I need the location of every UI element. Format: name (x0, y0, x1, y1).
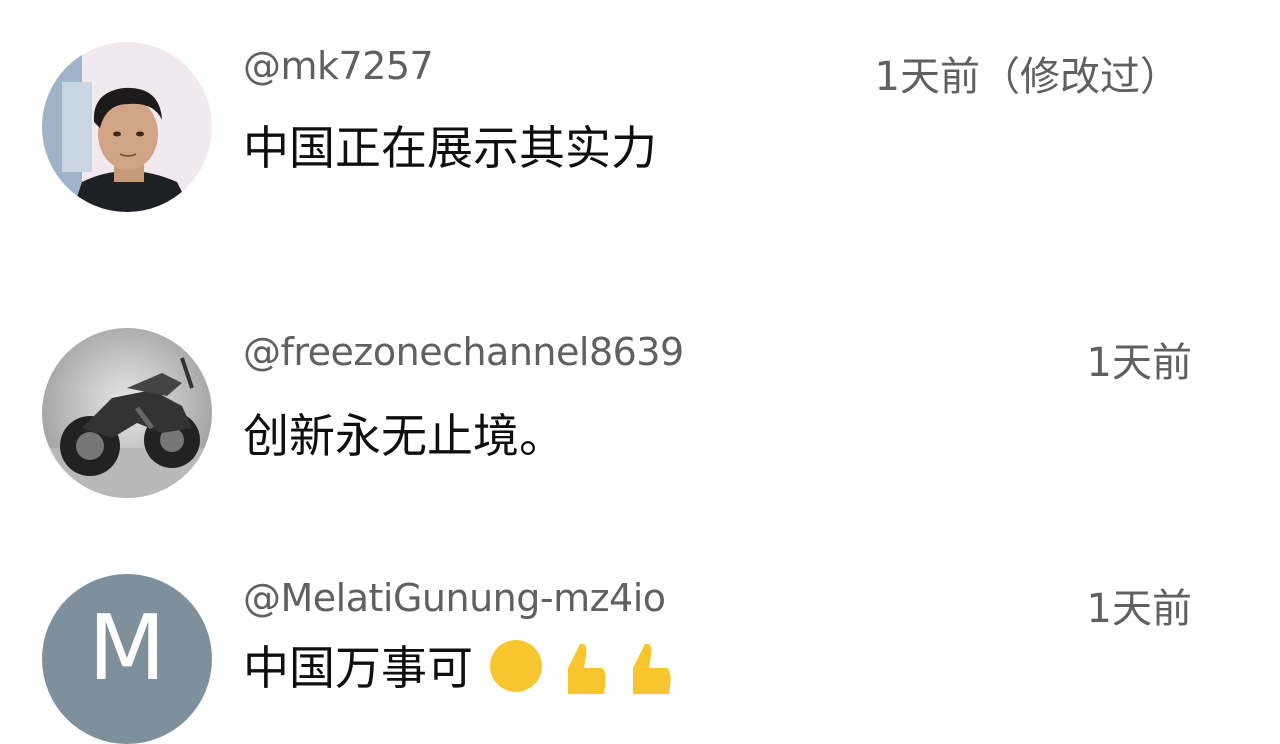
crying-laughing-emoji-icon (488, 638, 544, 705)
comment-text: 中国万事可 (243, 632, 673, 705)
thumbs-up-emoji-icon (623, 638, 673, 705)
comment-author-handle[interactable]: @MelatiGunung-mz4io (243, 576, 666, 620)
comment-timestamp: 1天前 (1086, 586, 1192, 632)
comment-text-content: 中国万事可 (243, 641, 473, 695)
avatar-letter: M (88, 596, 166, 701)
thumbs-up-emoji-icon (558, 638, 608, 705)
comment-item: M @MelatiGunung-mz4io 1天前 中国万事可 (0, 0, 1280, 744)
avatar[interactable]: M (42, 574, 212, 744)
